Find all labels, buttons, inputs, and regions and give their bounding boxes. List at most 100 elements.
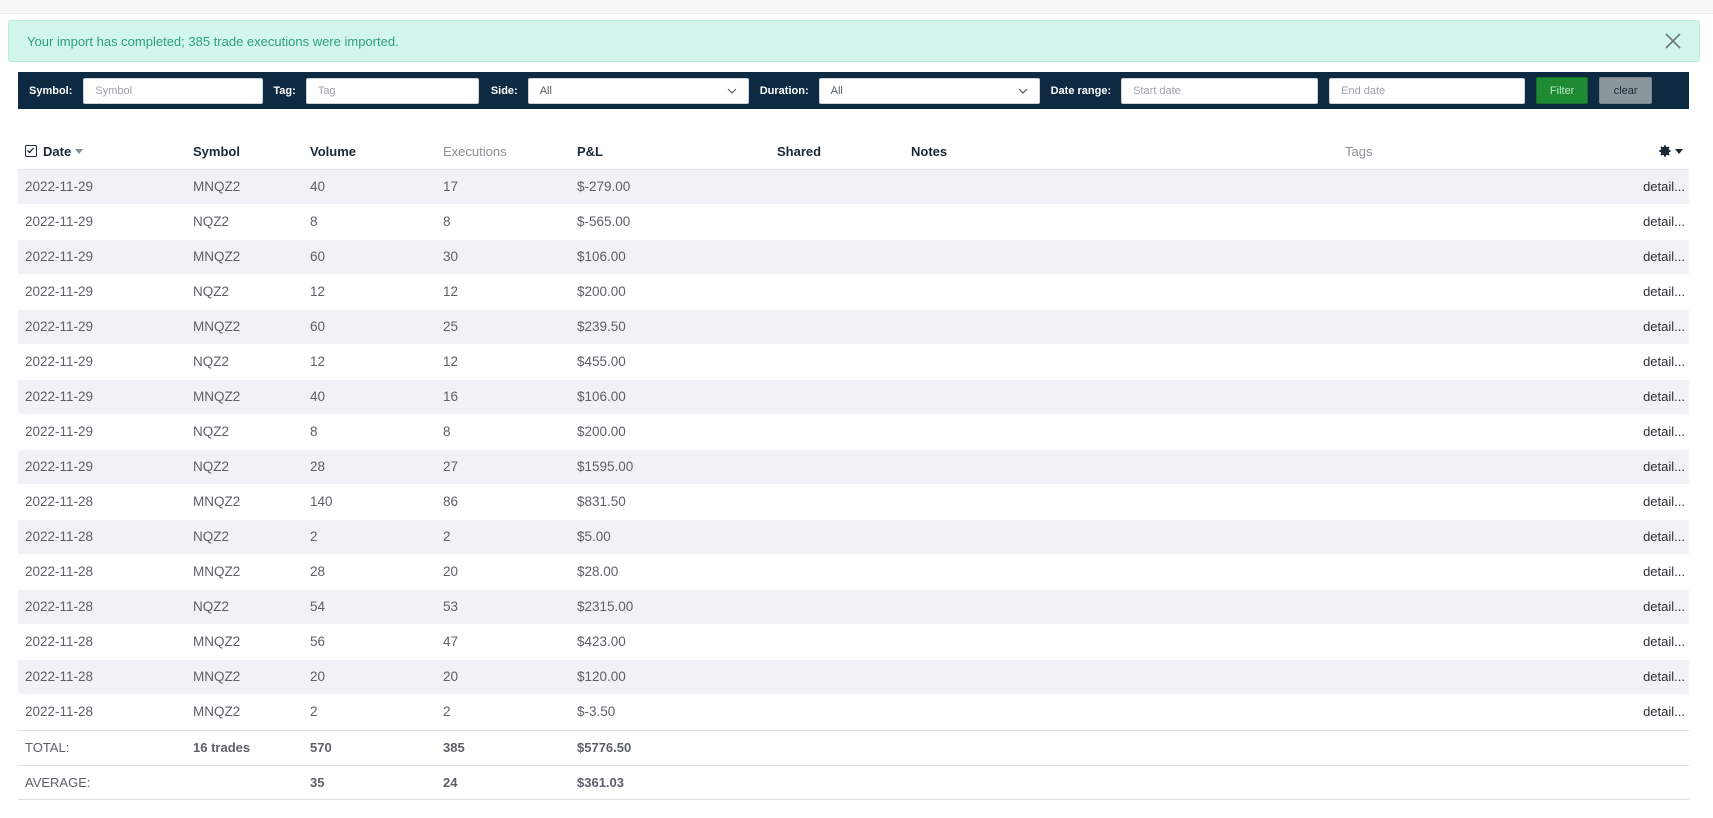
tag-filter-input[interactable]: Tag: [305, 77, 479, 104]
filter-button[interactable]: Filter: [1536, 77, 1589, 104]
row-volume: 140: [310, 494, 333, 509]
row-executions: 2: [443, 529, 451, 544]
row-date: 2022-11-29: [25, 284, 94, 299]
row-symbol: NQZ2: [193, 599, 230, 614]
table-row: 2022-11-29 NQZ2 12 12 $200.00 detail...: [18, 275, 1689, 310]
row-pnl: $831.50: [577, 494, 626, 509]
row-detail-link[interactable]: detail...: [1643, 354, 1685, 369]
row-executions: 25: [443, 319, 459, 334]
row-symbol: MNQZ2: [193, 669, 241, 684]
end-date-input[interactable]: End date: [1329, 77, 1526, 104]
caret-down-icon: [1675, 148, 1683, 154]
close-icon[interactable]: [1661, 29, 1685, 53]
select-all-checkbox-icon[interactable]: [25, 145, 37, 157]
row-pnl: $120.00: [577, 669, 626, 684]
symbol-filter-input[interactable]: Symbol: [83, 77, 264, 104]
row-executions: 53: [443, 599, 459, 614]
row-detail-link[interactable]: detail...: [1643, 599, 1685, 614]
total-trades: 16 trades: [193, 740, 251, 755]
row-pnl: $106.00: [577, 389, 626, 404]
shared-column-header[interactable]: Shared: [777, 144, 821, 159]
volume-column-header[interactable]: Volume: [310, 144, 356, 159]
table-row: 2022-11-29 NQZ2 8 8 $-565.00 detail...: [18, 205, 1689, 240]
row-symbol: MNQZ2: [193, 704, 241, 719]
row-symbol: NQZ2: [193, 354, 230, 369]
pnl-column-header[interactable]: P&L: [577, 144, 603, 159]
row-pnl: $-279.00: [577, 179, 631, 194]
row-pnl: $5.00: [577, 529, 611, 544]
row-date: 2022-11-28: [25, 704, 94, 719]
row-detail-link[interactable]: detail...: [1643, 319, 1685, 334]
table-row: 2022-11-28 NQZ2 2 2 $5.00 detail...: [18, 520, 1689, 555]
duration-select-value: All: [830, 84, 843, 97]
total-volume: 570: [310, 740, 332, 755]
row-volume: 12: [310, 354, 326, 369]
row-date: 2022-11-28: [25, 564, 94, 579]
row-executions: 20: [443, 669, 459, 684]
executions-column-header: Executions: [443, 144, 507, 159]
table-row: 2022-11-29 NQZ2 12 12 $455.00 detail...: [18, 345, 1689, 380]
duration-filter-label: Duration:: [759, 84, 809, 97]
total-pnl: $5776.50: [577, 740, 632, 755]
row-executions: 2: [443, 704, 451, 719]
side-select[interactable]: All: [527, 77, 749, 104]
average-pnl: $361.03: [577, 775, 624, 790]
row-detail-link[interactable]: detail...: [1643, 564, 1685, 579]
side-filter-label: Side:: [490, 84, 518, 97]
row-date: 2022-11-29: [25, 459, 94, 474]
row-detail-link[interactable]: detail...: [1643, 214, 1685, 229]
row-symbol: MNQZ2: [193, 389, 241, 404]
row-date: 2022-11-29: [25, 389, 94, 404]
row-volume: 28: [310, 459, 326, 474]
row-symbol: NQZ2: [193, 459, 230, 474]
total-executions: 385: [443, 740, 465, 755]
table-header: Date Symbol Volume Executions P&L Shared…: [18, 134, 1689, 170]
clear-button[interactable]: clear: [1599, 77, 1653, 104]
row-detail-link[interactable]: detail...: [1643, 634, 1685, 649]
row-date: 2022-11-29: [25, 249, 94, 264]
symbol-column-header[interactable]: Symbol: [193, 144, 240, 159]
row-executions: 12: [443, 284, 459, 299]
notes-column-header[interactable]: Notes: [911, 144, 947, 159]
row-executions: 8: [443, 214, 451, 229]
row-volume: 40: [310, 389, 326, 404]
row-volume: 2: [310, 704, 318, 719]
row-volume: 60: [310, 249, 326, 264]
row-detail-link[interactable]: detail...: [1643, 494, 1685, 509]
row-volume: 56: [310, 634, 326, 649]
row-detail-link[interactable]: detail...: [1643, 669, 1685, 684]
row-detail-link[interactable]: detail...: [1643, 704, 1685, 719]
average-executions: 24: [443, 775, 458, 790]
trades-table: Date Symbol Volume Executions P&L Shared…: [18, 134, 1689, 800]
table-row: 2022-11-28 MNQZ2 56 47 $423.00 detail...: [18, 625, 1689, 660]
row-detail-link[interactable]: detail...: [1643, 284, 1685, 299]
row-date: 2022-11-28: [25, 599, 94, 614]
row-volume: 2: [310, 529, 318, 544]
row-date: 2022-11-29: [25, 354, 94, 369]
table-row: 2022-11-28 MNQZ2 2 2 $-3.50 detail...: [18, 695, 1689, 730]
row-detail-link[interactable]: detail...: [1643, 179, 1685, 194]
row-detail-link[interactable]: detail...: [1643, 459, 1685, 474]
row-detail-link[interactable]: detail...: [1643, 529, 1685, 544]
duration-select[interactable]: All: [818, 77, 1040, 104]
row-detail-link[interactable]: detail...: [1643, 424, 1685, 439]
row-symbol: NQZ2: [193, 214, 230, 229]
average-label: AVERAGE:: [25, 775, 91, 790]
row-volume: 40: [310, 179, 326, 194]
table-row: 2022-11-29 MNQZ2 40 17 $-279.00 detail...: [18, 170, 1689, 205]
table-row: 2022-11-29 MNQZ2 60 30 $106.00 detail...: [18, 240, 1689, 275]
row-date: 2022-11-28: [25, 669, 94, 684]
row-symbol: MNQZ2: [193, 564, 241, 579]
side-select-value: All: [539, 84, 552, 97]
row-symbol: NQZ2: [193, 284, 230, 299]
row-detail-link[interactable]: detail...: [1643, 389, 1685, 404]
start-date-input[interactable]: Start date: [1121, 77, 1319, 104]
column-settings-button[interactable]: [1658, 144, 1683, 158]
date-column-header[interactable]: Date: [25, 144, 84, 159]
row-symbol: NQZ2: [193, 424, 230, 439]
table-row: 2022-11-28 MNQZ2 28 20 $28.00 detail...: [18, 555, 1689, 590]
row-detail-link[interactable]: detail...: [1643, 249, 1685, 264]
row-date: 2022-11-29: [25, 214, 94, 229]
row-pnl: $-565.00: [577, 214, 631, 229]
table-body: 2022-11-29 MNQZ2 40 17 $-279.00 detail... 2022…: [18, 170, 1689, 730]
